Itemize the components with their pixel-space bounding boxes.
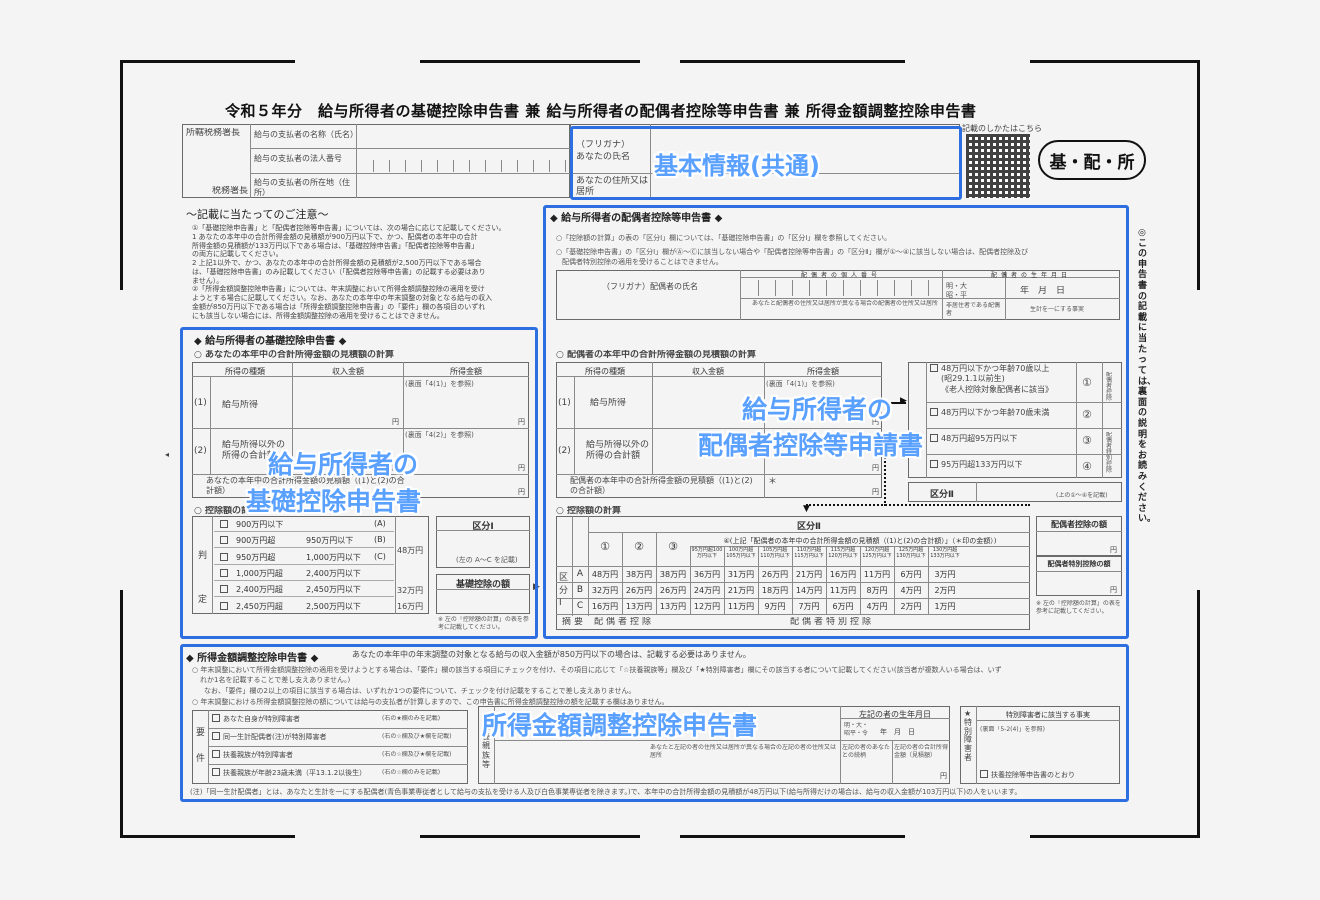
payer-number-input[interactable] — [358, 160, 568, 172]
bottom-tick-4 — [1030, 835, 1170, 838]
notes-heading: ～記載に当たってのご注意～ — [186, 208, 329, 221]
left-arrow-mark: ◂ — [165, 450, 170, 459]
top-tick-2 — [420, 60, 640, 63]
qr-caption: 記載のしかたはこちら — [962, 124, 1042, 133]
notes-block: ①「基礎控除申告書」と「配偶者控除等申告書」については、次の場合に応じて記載して… — [192, 224, 506, 320]
bottom-tick-3 — [680, 835, 905, 838]
basic-deduction-highlight-l2: 基礎控除申告書 — [246, 487, 422, 516]
left-tick-1 — [120, 90, 123, 290]
qr-code-icon — [966, 134, 1030, 198]
office-label: 所轄税務署長 — [186, 128, 241, 138]
payer-number-label: 給与の支払者の法人番号 — [254, 154, 342, 163]
tax-office-label: 税務署長 — [212, 186, 249, 196]
left-tick-2 — [120, 590, 123, 808]
payer-name-label: 給与の支払者の名称（氏名） — [254, 130, 354, 139]
corner-mark-tl — [120, 60, 150, 90]
bottom-tick-1 — [150, 835, 295, 838]
spouse-deduction-highlight-l1: 給与所得者の — [742, 395, 893, 424]
bottom-tick-2 — [420, 835, 640, 838]
form-badge: 基・配・所 — [1038, 140, 1146, 180]
top-tick-4 — [1030, 60, 1170, 63]
payer-address-label: 給与の支払者の所在地（住所） — [254, 178, 350, 197]
basic-deduction-highlight-l1: 給与所得者の — [268, 450, 419, 479]
top-tick-3 — [680, 60, 905, 63]
corner-mark-tr — [1170, 60, 1200, 90]
corner-mark-br — [1170, 808, 1200, 838]
top-tick-1 — [150, 60, 295, 63]
income-adjust-highlight-label: 所得金額調整控除申告書 — [482, 711, 758, 740]
right-tick-1 — [1197, 90, 1200, 290]
spouse-deduction-highlight-l2: 配偶者控除等申請書 — [698, 431, 924, 460]
right-side-notice: ◎この申告書の記載に当たっては、裏面の説明をお読みください。 — [1138, 228, 1150, 525]
basic-info-highlight-label: 基本情報(共通) — [654, 152, 820, 180]
page-title: 令和５年分 給与所得者の基礎控除申告書 兼 給与所得者の配偶者控除等申告書 兼 … — [225, 102, 977, 120]
corner-mark-bl — [120, 808, 150, 838]
form-page: ◂ 令和５年分 給与所得者の基礎控除申告書 兼 給与所得者の配偶者控除等申告書 … — [0, 0, 1320, 900]
right-tick-2 — [1197, 590, 1200, 808]
